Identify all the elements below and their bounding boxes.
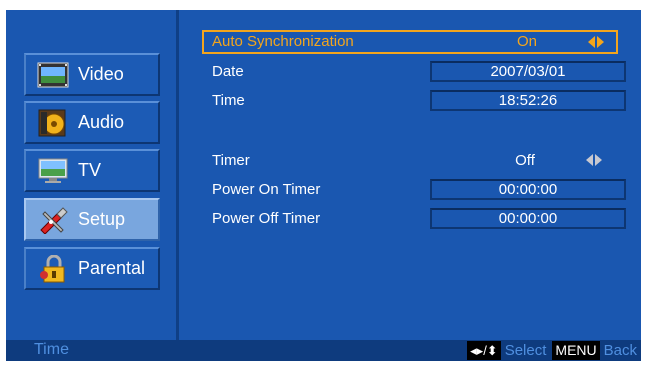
footer-bar: Time ◂▸/⬍ Select MENU Back [6, 340, 641, 361]
setup-icon [36, 206, 70, 234]
date-label: Date [212, 63, 244, 80]
footer-hints: ◂▸/⬍ Select MENU Back [467, 341, 637, 360]
time-row[interactable]: Time 18:52:26 [202, 89, 626, 113]
menu-key-icon: MENU [552, 341, 600, 360]
sidebar-item-label: Video [78, 64, 124, 84]
sidebar-item-label: Audio [78, 112, 125, 132]
left-right-arrows-icon[interactable] [587, 35, 605, 49]
power-on-timer-value: 00:00:00 [498, 181, 558, 198]
timer-label: Timer [212, 152, 250, 169]
select-hint-label: Select [504, 342, 547, 359]
back-hint-label: Back [603, 342, 637, 359]
sidebar-item-tv[interactable]: TV [24, 149, 160, 192]
auto-sync-row[interactable]: Auto Synchronization On [202, 30, 618, 54]
parental-lock-icon [36, 254, 70, 283]
power-off-timer-label: Power Off Timer [212, 210, 321, 227]
time-field[interactable]: 18:52:26 [430, 90, 626, 111]
sidebar-menu: Video Audio TV Setup Parental [6, 10, 176, 340]
power-on-timer-label: Power On Timer [212, 181, 321, 198]
sidebar-item-audio[interactable]: Audio [24, 101, 160, 144]
power-on-timer-field[interactable]: 00:00:00 [430, 179, 626, 200]
date-row[interactable]: Date 2007/03/01 [202, 60, 626, 84]
setup-settings-panel: Auto Synchronization On Date 2007/03/01 … [179, 10, 641, 340]
sidebar-item-label: TV [78, 160, 102, 180]
timer-row[interactable]: Timer Off [202, 149, 618, 173]
power-on-timer-row[interactable]: Power On Timer 00:00:00 [202, 178, 626, 202]
sidebar-item-setup[interactable]: Setup [24, 198, 160, 241]
date-field[interactable]: 2007/03/01 [430, 61, 626, 82]
osd-screen: Video Audio TV Setup Parental Auto Synch… [6, 10, 641, 361]
power-off-timer-field[interactable]: 00:00:00 [430, 208, 626, 229]
video-icon [36, 61, 70, 89]
power-off-timer-row[interactable]: Power Off Timer 00:00:00 [202, 207, 626, 231]
power-off-timer-value: 00:00:00 [498, 210, 558, 227]
auto-sync-label: Auto Synchronization [212, 33, 354, 50]
sidebar-item-parental[interactable]: Parental [24, 247, 160, 290]
sidebar-item-label: Setup [78, 209, 126, 229]
sidebar-item-video[interactable]: Video [24, 53, 160, 96]
date-value: 2007/03/01 [490, 63, 566, 80]
footer-title: Time [34, 341, 69, 358]
navigation-keys-icon: ◂▸/⬍ [467, 341, 501, 360]
left-right-arrows-icon[interactable] [585, 153, 603, 167]
sidebar-item-label: Parental [78, 258, 146, 278]
audio-icon [36, 109, 70, 137]
tv-icon [36, 157, 70, 185]
time-value: 18:52:26 [498, 92, 558, 109]
time-label: Time [212, 92, 245, 109]
